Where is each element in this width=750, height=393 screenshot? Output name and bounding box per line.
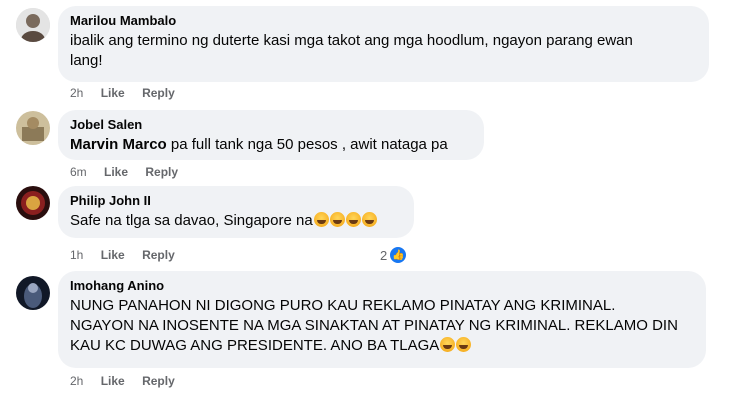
laughing-emoji-icon — [361, 212, 377, 227]
comment-time[interactable]: 2h — [70, 374, 83, 388]
avatar[interactable] — [16, 276, 50, 310]
comment-actions: 2h Like Reply — [70, 373, 189, 389]
comment-text-body: KAU KC DUWAG ANG PRESIDENTE. ANO BA TLAG… — [70, 337, 440, 354]
laughing-emoji-icon — [329, 212, 345, 227]
reaction-summary[interactable]: 2 👍 — [380, 246, 408, 264]
like-button[interactable]: Like — [101, 86, 125, 100]
reply-button[interactable]: Reply — [142, 374, 175, 388]
comment-time[interactable]: 1h — [70, 248, 83, 262]
avatar[interactable] — [16, 8, 50, 42]
mention-link[interactable]: Marvin Marco — [70, 136, 167, 153]
comment-actions: 1h Like Reply — [70, 247, 189, 263]
comment-text-line: NUNG PANAHON NI DIGONG PURO KAU REKLAMO … — [70, 297, 616, 314]
laughing-emoji-icon — [345, 212, 361, 227]
comment-author[interactable]: Jobel Salen — [70, 117, 472, 133]
comment-text-line: KAU KC DUWAG ANG PRESIDENTE. ANO BA TLAG… — [70, 336, 694, 356]
comment-bubble: Philip John II Safe na tlga sa davao, Si… — [58, 186, 414, 238]
comment-author[interactable]: Marilou Mambalo — [70, 13, 697, 29]
comment-author[interactable]: Imohang Anino — [70, 278, 694, 294]
like-icon: 👍 — [389, 246, 408, 264]
comment-text-line: ibalik ang termino ng duterte kasi mga t… — [70, 32, 633, 49]
like-button[interactable]: Like — [101, 374, 125, 388]
comment-text-line: NGAYON NA INOSENTE NA MGA SINAKTAN AT PI… — [70, 317, 678, 334]
avatar[interactable] — [16, 111, 50, 145]
comment-bubble: Imohang Anino NUNG PANAHON NI DIGONG PUR… — [58, 271, 706, 368]
comment-actions: 6m Like Reply — [70, 164, 192, 180]
reply-button[interactable]: Reply — [145, 165, 178, 179]
comment-time[interactable]: 6m — [70, 165, 87, 179]
reply-button[interactable]: Reply — [142, 86, 175, 100]
comment-time[interactable]: 2h — [70, 86, 83, 100]
reaction-count: 2 — [380, 247, 388, 263]
comment-actions: 2h Like Reply — [70, 85, 189, 101]
like-button[interactable]: Like — [104, 165, 128, 179]
comment-bubble: Marilou Mambalo ibalik ang termino ng du… — [58, 6, 709, 82]
comment-text: NUNG PANAHON NI DIGONG PURO KAU REKLAMO … — [70, 296, 694, 356]
laughing-emoji-icon — [440, 337, 456, 352]
comment-text-body: Safe na tlga sa davao, Singapore na — [70, 212, 313, 229]
comment-text-body: pa full tank nga 50 pesos , awit nataga … — [166, 136, 448, 153]
comment-text: Marvin Marco pa full tank nga 50 pesos ,… — [70, 135, 472, 155]
avatar[interactable] — [16, 186, 50, 220]
reply-button[interactable]: Reply — [142, 248, 175, 262]
comment-text: Safe na tlga sa davao, Singapore na — [70, 211, 402, 231]
laughing-emoji-icon — [313, 212, 329, 227]
comment-author[interactable]: Philip John II — [70, 193, 402, 209]
laughing-emoji-icon — [456, 337, 472, 352]
comment-text: ibalik ang termino ng duterte kasi mga t… — [70, 31, 697, 71]
comment-text-line: lang! — [70, 52, 103, 69]
like-button[interactable]: Like — [101, 248, 125, 262]
comment-bubble: Jobel Salen Marvin Marco pa full tank ng… — [58, 110, 484, 160]
